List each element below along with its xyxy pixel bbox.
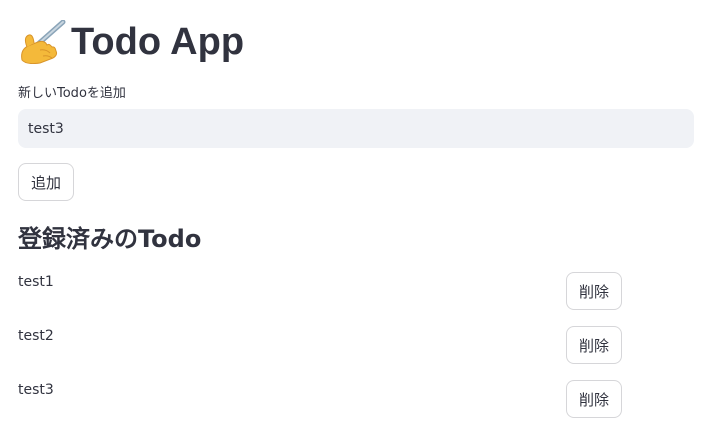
add-button[interactable]: 追加 (18, 163, 74, 201)
delete-button[interactable]: 削除 (566, 326, 622, 364)
todo-item-text: test3 (18, 382, 54, 398)
registered-todos-heading: 登録済みのTodo (18, 225, 202, 253)
todo-item-text: test1 (18, 274, 54, 290)
todo-row: test3 削除 (18, 380, 622, 418)
delete-button[interactable]: 削除 (566, 272, 622, 310)
page-title-text: Todo App (71, 21, 245, 63)
new-todo-label: 新しいTodoを追加 (18, 86, 126, 101)
delete-button[interactable]: 削除 (566, 380, 622, 418)
todo-item-text: test2 (18, 328, 54, 344)
todo-row: test1 削除 (18, 272, 622, 310)
todo-row: test2 削除 (18, 326, 622, 364)
app-page: Todo App 新しいTodoを追加 追加 登録済みのTodo test1 削… (0, 0, 718, 438)
writing-hand-icon (18, 19, 68, 65)
new-todo-input[interactable] (18, 109, 694, 148)
page-title: Todo App (18, 19, 244, 65)
